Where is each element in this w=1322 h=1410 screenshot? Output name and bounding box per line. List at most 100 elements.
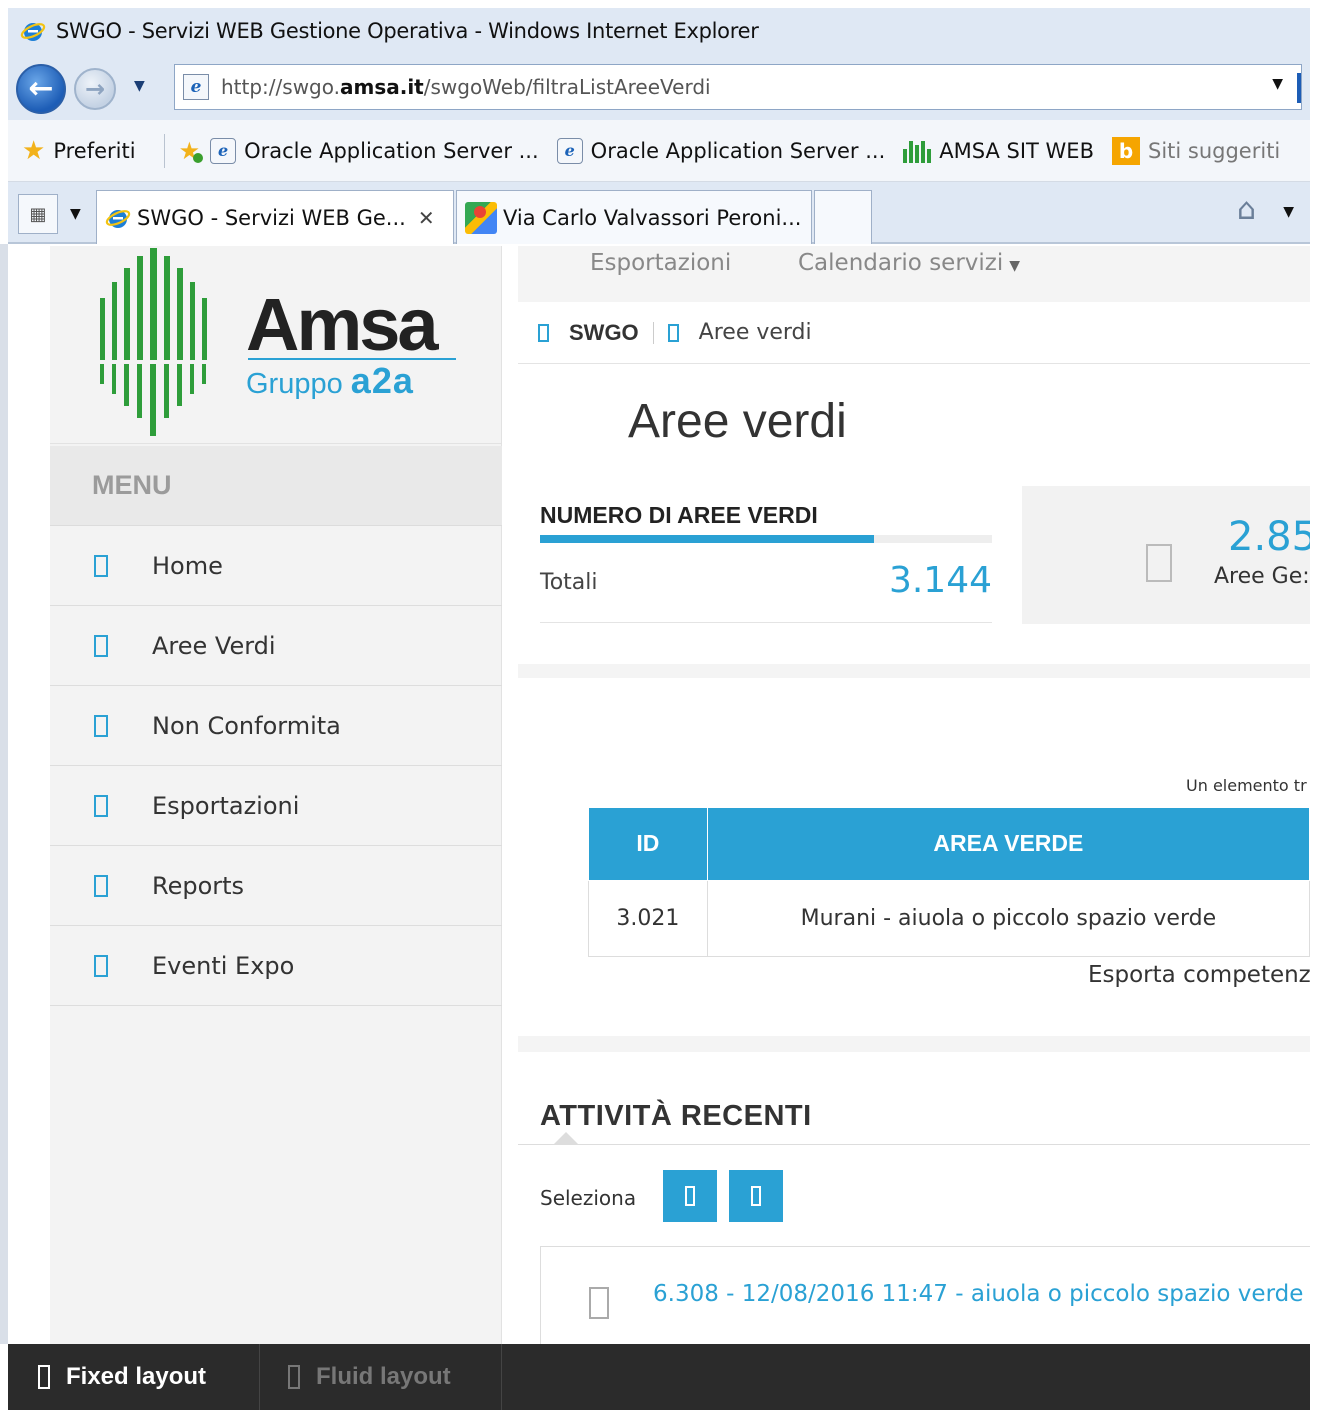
sidebar-item-home[interactable]: Home bbox=[50, 526, 502, 606]
window-title-bar: SWGO - Servizi WEB Gestione Operativa - … bbox=[8, 8, 1310, 54]
favorite-label: Oracle Application Server ... bbox=[590, 138, 886, 163]
quick-tabs-icon[interactable]: ▦ bbox=[18, 194, 58, 234]
cell-area-verde[interactable]: Murani - aiuola o piccolo spazio verde bbox=[706, 879, 1310, 957]
favorite-label: Siti suggeriti bbox=[1147, 138, 1281, 163]
forward-arrow-icon: → bbox=[84, 75, 106, 103]
fixed-layout-button[interactable]: Fixed layout bbox=[8, 1344, 260, 1410]
breadcrumb-current: Aree verdi bbox=[698, 320, 812, 345]
favorite-label: AMSA SIT WEB bbox=[939, 138, 1094, 163]
layout-switcher-bar: Fixed layout Fluid layout bbox=[8, 1344, 1310, 1410]
ie-page-icon: e bbox=[210, 137, 237, 164]
favorite-item-amsa-sit-web[interactable]: AMSA SIT WEB bbox=[903, 139, 1094, 163]
add-favorite-icon[interactable]: ★ bbox=[179, 137, 203, 165]
history-dropdown-icon[interactable]: ▼ bbox=[134, 78, 145, 94]
export-icon bbox=[94, 794, 108, 817]
calendar-icon bbox=[94, 954, 108, 977]
topnav-esportazioni[interactable]: Esportazioni bbox=[590, 250, 731, 276]
logo[interactable]: Amsa Gruppo a2a bbox=[50, 246, 502, 444]
home-icon bbox=[538, 323, 549, 342]
activity-item[interactable]: 6.308 - 12/08/2016 11:47 - aiuola o picc… bbox=[540, 1246, 1310, 1344]
favorite-item-oracle-1[interactable]: e Oracle Application Server ... bbox=[210, 137, 539, 164]
results-panel: Un elemento tr ID AREA VERDE 3.021 Muran… bbox=[518, 678, 1310, 1036]
results-count: Un elemento tr bbox=[1186, 776, 1307, 795]
checkbox-icon[interactable] bbox=[589, 1287, 609, 1319]
window-edge bbox=[1310, 0, 1322, 1410]
star-icon: ★ bbox=[22, 135, 46, 166]
sidebar-item-esportazioni[interactable]: Esportazioni bbox=[50, 766, 502, 846]
main-content: Esportazioni Calendario servizi ▼ SWGO Ar… bbox=[518, 246, 1310, 1344]
forward-button[interactable]: → bbox=[74, 68, 116, 110]
leaf-icon bbox=[667, 323, 679, 342]
column-header-id[interactable]: ID bbox=[588, 808, 708, 881]
internet-explorer-icon bbox=[20, 23, 46, 41]
favorites-divider bbox=[163, 133, 165, 168]
sidebar-item-non-conformita[interactable]: Non Conformita bbox=[50, 686, 502, 766]
kpi-label: Aree Ge: bbox=[1214, 564, 1310, 589]
stat-row-label: Totali bbox=[540, 570, 598, 595]
mobile-icon bbox=[1146, 544, 1172, 582]
stat-progress-bar bbox=[540, 535, 992, 543]
menu-header: MENU bbox=[50, 446, 502, 526]
tab-swgo[interactable]: SWGO - Servizi WEB Ge... ✕ bbox=[96, 190, 454, 244]
sidebar-item-label: Eventi Expo bbox=[152, 951, 295, 980]
column-header-area-verde[interactable]: AREA VERDE bbox=[706, 808, 1310, 881]
breadcrumb: SWGO Aree verdi bbox=[518, 302, 1310, 364]
logo-wordmark: Amsa bbox=[246, 283, 439, 366]
address-dropdown-icon[interactable]: ▼ bbox=[1272, 76, 1283, 92]
activity-item-link[interactable]: 6.308 - 12/08/2016 11:47 - aiuola o picc… bbox=[653, 1281, 1303, 1307]
sidebar-item-eventi-expo[interactable]: Eventi Expo bbox=[50, 926, 502, 1006]
select-all-button[interactable] bbox=[663, 1170, 717, 1222]
breadcrumb-root[interactable]: SWGO bbox=[569, 320, 639, 346]
favorites-button[interactable]: ★ Preferiti bbox=[22, 136, 136, 166]
tab-google-maps[interactable]: Via Carlo Valvassori Peroni... bbox=[456, 190, 812, 244]
logo-group: Gruppo a2a bbox=[246, 360, 414, 401]
topnav-calendario-servizi[interactable]: Calendario servizi ▼ bbox=[798, 250, 1020, 276]
stat-row-value: 3.144 bbox=[888, 560, 992, 601]
activity-notch bbox=[554, 1132, 578, 1144]
google-maps-icon bbox=[465, 201, 497, 234]
window-border bbox=[0, 244, 8, 1344]
caret-down-icon: ▼ bbox=[1009, 258, 1021, 274]
stat-divider bbox=[540, 622, 992, 623]
sidebar: Amsa Gruppo a2a MENU Home Aree Verdi Non… bbox=[50, 246, 502, 1344]
close-tab-icon[interactable]: ✕ bbox=[418, 206, 435, 230]
sidebar-item-label: Non Conformita bbox=[152, 711, 341, 740]
internet-explorer-icon bbox=[105, 209, 131, 228]
amsa-icon bbox=[903, 139, 932, 163]
table-row[interactable]: 3.021 Murani - aiuola o piccolo spazio v… bbox=[588, 879, 1310, 957]
table-header-row: ID AREA VERDE bbox=[588, 808, 1310, 881]
favorite-item-oracle-2[interactable]: e Oracle Application Server ... bbox=[556, 137, 886, 164]
new-tab-button[interactable] bbox=[814, 190, 872, 244]
activity-title: ATTIVITÀ RECENTI bbox=[540, 1100, 812, 1132]
back-button[interactable]: ← bbox=[16, 64, 66, 114]
page-title: Aree verdi bbox=[628, 395, 847, 448]
sidebar-item-aree-verdi[interactable]: Aree Verdi bbox=[50, 606, 502, 686]
sidebar-item-label: Home bbox=[152, 551, 223, 580]
favorite-item-siti-suggeriti[interactable]: b Siti suggeriti bbox=[1111, 136, 1281, 165]
address-input[interactable]: e http://swgo.amsa.it/swgoWeb/filtraList… bbox=[174, 64, 1302, 110]
summary-panel: Aree verdi NUMERO DI AREE VERDI Totali 3… bbox=[518, 364, 1310, 664]
bing-icon: b bbox=[1111, 136, 1140, 165]
favorite-label: Oracle Application Server ... bbox=[244, 138, 539, 163]
back-arrow-icon: ← bbox=[28, 71, 54, 106]
fluid-layout-button[interactable]: Fluid layout bbox=[260, 1344, 502, 1410]
home-icon bbox=[94, 554, 108, 577]
export-link[interactable]: Esporta competenz bbox=[1088, 962, 1310, 988]
kpi-card: 2.85 Aree Ge: bbox=[1022, 486, 1310, 624]
cell-id: 3.021 bbox=[588, 879, 708, 957]
amsa-logo-mark bbox=[100, 248, 207, 436]
stat-progress-fill bbox=[540, 535, 875, 543]
home-icon[interactable]: ⌂ bbox=[1237, 192, 1256, 227]
tab-bar: ▦ ▼ SWGO - Servizi WEB Ge... ✕ Via Carlo… bbox=[8, 182, 1310, 244]
fixed-layout-icon bbox=[38, 1365, 50, 1389]
activity-divider bbox=[518, 1144, 1310, 1145]
select-none-button[interactable] bbox=[729, 1170, 783, 1222]
tab-list-dropdown-icon[interactable]: ▼ bbox=[70, 206, 81, 222]
sidebar-item-reports[interactable]: Reports bbox=[50, 846, 502, 926]
ie-page-icon: e bbox=[556, 137, 583, 164]
address-toolbar: ← → ▼ e http://swgo.amsa.it/swgoWeb/filt… bbox=[8, 54, 1310, 120]
window-title: SWGO - Servizi WEB Gestione Operativa - … bbox=[56, 19, 759, 43]
url-text: http://swgo.amsa.it/swgoWeb/filtraListAr… bbox=[221, 75, 711, 99]
home-dropdown-icon[interactable]: ▼ bbox=[1283, 204, 1294, 220]
kpi-value: 2.85 bbox=[1228, 514, 1310, 560]
